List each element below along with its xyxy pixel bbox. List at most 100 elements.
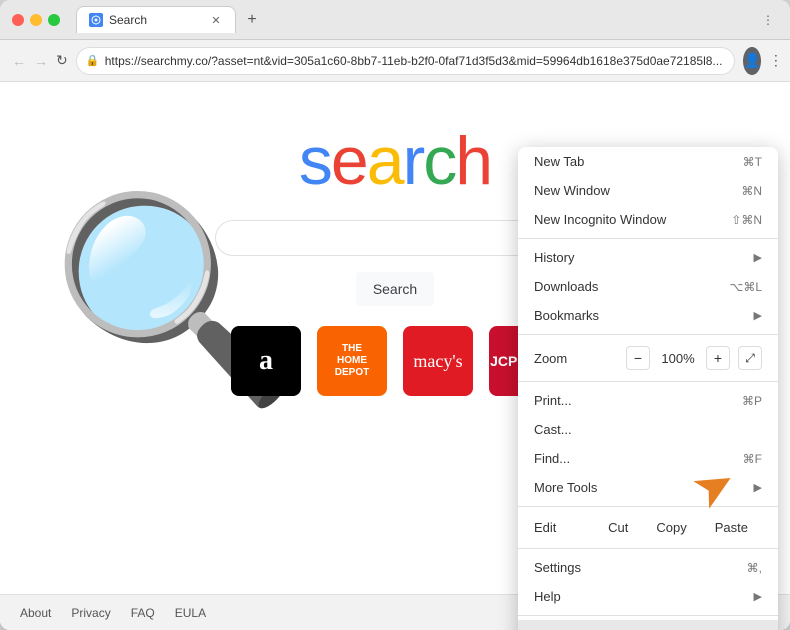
search-button[interactable]: Search xyxy=(356,272,434,306)
menu-label-settings: Settings xyxy=(534,560,747,575)
menu-label-cast: Cast... xyxy=(534,422,762,437)
zoom-expand-button[interactable]: ⤢ xyxy=(738,346,762,370)
title-bar: Search ✕ + ⋮ xyxy=(0,0,790,40)
about-link[interactable]: About xyxy=(20,606,51,620)
shortcut-new-tab: ⌘T xyxy=(743,155,762,169)
address-text: https://searchmy.co/?asset=nt&vid=305a1c… xyxy=(105,54,723,68)
menu-item-cast[interactable]: Cast... xyxy=(518,415,778,444)
menu-item-settings[interactable]: Settings ⌘, xyxy=(518,553,778,582)
minimize-button[interactable] xyxy=(30,14,42,26)
browser-menu-button[interactable]: ⋮ xyxy=(769,47,783,75)
traffic-lights xyxy=(12,14,60,26)
address-wrapper: 🔒 https://searchmy.co/?asset=nt&vid=305a… xyxy=(76,47,736,75)
arrow-bookmarks: ▶ xyxy=(754,309,762,322)
menu-label-history: History xyxy=(534,250,746,265)
privacy-link[interactable]: Privacy xyxy=(71,606,110,620)
shortcut-new-window: ⌘N xyxy=(741,184,762,198)
kebab-icon: ⋮ xyxy=(769,52,783,69)
arrow-more-tools: ▶ xyxy=(754,481,762,494)
shortcut-incognito: ⇧⌘N xyxy=(731,213,762,227)
menu-item-incognito[interactable]: New Incognito Window ⇧⌘N xyxy=(518,205,778,234)
amazon-shortcut[interactable]: a xyxy=(231,326,301,396)
zoom-controls: − 100% + ⤢ xyxy=(626,346,762,370)
menu-label-new-window: New Window xyxy=(534,183,741,198)
logo-letter-c: c xyxy=(423,123,455,199)
menu-item-new-tab[interactable]: New Tab ⌘T xyxy=(518,147,778,176)
menu-label-bookmarks: Bookmarks xyxy=(534,308,746,323)
menu-item-new-window[interactable]: New Window ⌘N xyxy=(518,176,778,205)
shortcut-print: ⌘P xyxy=(742,394,762,408)
logo-letter-r: r xyxy=(403,123,424,199)
address-bar: ← → ↻ 🔒 https://searchmy.co/?asset=nt&vi… xyxy=(0,40,790,82)
menu-label-print: Print... xyxy=(534,393,742,408)
menu-item-print[interactable]: Print... ⌘P xyxy=(518,386,778,415)
tab-close-button[interactable]: ✕ xyxy=(209,13,223,27)
zoom-value: 100% xyxy=(658,351,698,366)
cut-button[interactable]: Cut xyxy=(594,516,642,539)
menu-label-help: Help xyxy=(534,589,746,604)
forward-button[interactable]: → xyxy=(34,47,48,75)
menu-label-new-tab: New Tab xyxy=(534,154,743,169)
lock-icon: 🔒 xyxy=(86,54,100,67)
search-input[interactable] xyxy=(232,229,558,247)
profile-button[interactable]: 👤 xyxy=(743,47,760,75)
active-tab[interactable]: Search ✕ xyxy=(76,6,236,33)
zoom-plus-button[interactable]: + xyxy=(706,346,730,370)
shortcuts-bar: a THEHOMEDEPOT macy's JCPenney xyxy=(231,326,559,396)
browser-window: Search ✕ + ⋮ ← → ↻ 🔒 https://searchmy.co… xyxy=(0,0,790,630)
maximize-button[interactable] xyxy=(48,14,60,26)
amazon-logo: a xyxy=(259,345,273,377)
logo-letter-e: e xyxy=(331,123,367,199)
close-button[interactable] xyxy=(12,14,24,26)
macys-logo: macy's xyxy=(413,351,462,372)
logo-letter-s: s xyxy=(299,123,331,199)
menu-item-bookmarks[interactable]: Bookmarks ▶ xyxy=(518,301,778,330)
context-menu: New Tab ⌘T New Window ⌘N New Incognito W… xyxy=(518,147,778,630)
menu-divider-2 xyxy=(518,334,778,335)
reload-icon: ↻ xyxy=(56,52,68,69)
menu-divider-1 xyxy=(518,238,778,239)
copy-button[interactable]: Copy xyxy=(642,516,700,539)
menu-item-edit: Edit Cut Copy Paste xyxy=(518,511,778,544)
shortcut-downloads: ⌥⌘L xyxy=(729,280,762,294)
tab-title: Search xyxy=(109,13,147,27)
profile-icon: 👤 xyxy=(743,52,760,69)
menu-item-managed[interactable]: 🏢 Managed by your organisation xyxy=(518,620,778,630)
eula-link[interactable]: EULA xyxy=(175,606,206,620)
window-menu-icon: ⋮ xyxy=(758,10,778,30)
menu-label-edit: Edit xyxy=(534,520,594,535)
reload-button[interactable]: ↻ xyxy=(56,47,68,75)
window-controls: ⋮ xyxy=(758,10,778,30)
faq-link[interactable]: FAQ xyxy=(131,606,155,620)
menu-label-incognito: New Incognito Window xyxy=(534,212,731,227)
tab-favicon xyxy=(89,13,103,27)
menu-item-find[interactable]: Find... ⌘F xyxy=(518,444,778,473)
menu-item-help[interactable]: Help ▶ xyxy=(518,582,778,611)
homedepot-logo: THEHOMEDEPOT xyxy=(335,343,369,379)
menu-divider-3 xyxy=(518,381,778,382)
logo-letter-h: h xyxy=(455,123,491,199)
new-tab-button[interactable]: + xyxy=(240,8,264,32)
zoom-minus-button[interactable]: − xyxy=(626,346,650,370)
shortcut-find: ⌘F xyxy=(743,452,762,466)
arrow-history: ▶ xyxy=(754,251,762,264)
shortcut-settings: ⌘, xyxy=(747,561,762,575)
menu-label-zoom: Zoom xyxy=(534,351,567,366)
homedepot-shortcut[interactable]: THEHOMEDEPOT xyxy=(317,326,387,396)
menu-divider-4 xyxy=(518,506,778,507)
page-content: 🔍 search Search a THEHOMEDEPOT xyxy=(0,82,790,630)
address-field[interactable]: https://searchmy.co/?asset=nt&vid=305a1c… xyxy=(76,47,736,75)
back-button[interactable]: ← xyxy=(12,47,26,75)
back-icon: ← xyxy=(12,53,26,69)
menu-label-downloads: Downloads xyxy=(534,279,729,294)
menu-divider-6 xyxy=(518,615,778,616)
menu-divider-5 xyxy=(518,548,778,549)
macys-shortcut[interactable]: macy's xyxy=(403,326,473,396)
arrow-help: ▶ xyxy=(754,590,762,603)
menu-item-downloads[interactable]: Downloads ⌥⌘L xyxy=(518,272,778,301)
logo-letter-a: a xyxy=(367,123,403,199)
tab-bar: Search ✕ + xyxy=(76,6,750,33)
menu-item-zoom: Zoom − 100% + ⤢ xyxy=(518,339,778,377)
menu-item-history[interactable]: History ▶ xyxy=(518,243,778,272)
search-logo: search xyxy=(299,122,491,200)
